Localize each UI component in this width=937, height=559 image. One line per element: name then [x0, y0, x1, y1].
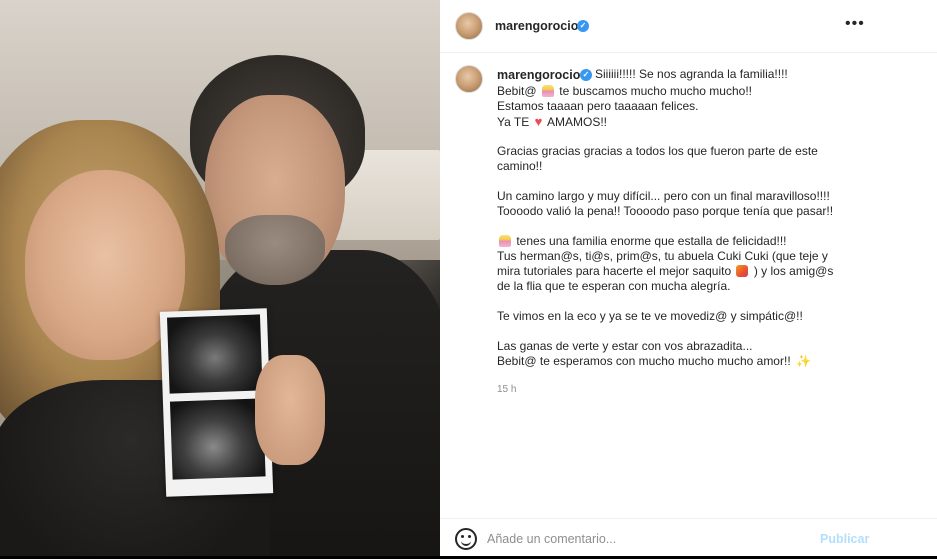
caption-line-8: Toooodo valió la pena!! Toooodo paso por… [497, 204, 834, 218]
caption-line-13: Te vimos en la eco y ya se te ve movediz… [497, 309, 803, 323]
caption-line-6: camino!! [497, 159, 543, 173]
caption-text: AMAMOS!! [546, 115, 607, 129]
baby-bottle-icon [541, 85, 554, 97]
comment-input[interactable] [487, 529, 807, 549]
caption-line-9: tenes una familia enorme que estalla de … [497, 234, 917, 249]
post-side-panel: marengorocio ✓ ••• marengorocio ✓ Siiiii… [440, 0, 937, 559]
caption-line-14: Las ganas de verte y estar con vos abraz… [497, 339, 753, 353]
sweater-icon [736, 265, 749, 277]
caption-gap [497, 324, 917, 339]
photo-hand [255, 355, 325, 465]
caption-line-4: Ya TE ♥ AMAMOS!! [497, 114, 917, 129]
caption-line-2: Bebit@ te buscamos mucho mucho mucho!! [497, 84, 917, 99]
smile-icon[interactable] [455, 528, 477, 550]
caption-line-15: Bebit@ te esperamos con mucho mucho much… [497, 354, 917, 369]
caption-body: Bebit@ te buscamos mucho mucho mucho!! E… [497, 84, 917, 369]
caption-line-1: Siiiiii!!!!! Se nos agranda la familia!!… [595, 67, 788, 81]
post-username[interactable]: marengorocio [495, 19, 578, 33]
post-photo [0, 0, 440, 559]
caption-text: ) y los amig@s [753, 264, 834, 278]
caption-line-10: Tus herman@s, ti@s, prim@s, tu abuela Cu… [497, 249, 828, 263]
caption-gap [497, 129, 917, 144]
caption-text: te buscamos mucho mucho mucho!! [559, 84, 752, 98]
sparkles-icon: ✨ [796, 354, 811, 368]
post-caption: marengorocio ✓ Siiiiii!!!!! Se nos agran… [440, 53, 937, 418]
caption-text: mira tutoriales para hacerte el mejor sa… [497, 264, 732, 278]
caption-line-3: Estamos taaaan pero taaaaan felices. [497, 99, 699, 113]
caption-line-12: de la flia que te esperan con mucha aleg… [497, 279, 731, 293]
photo-man-beard [225, 215, 325, 285]
caption-avatar[interactable] [455, 65, 483, 93]
caption-verified-badge-icon: ✓ [580, 69, 592, 81]
caption-line-11: mira tutoriales para hacerte el mejor sa… [497, 264, 917, 279]
comment-bar: Publicar [440, 518, 937, 559]
caption-text: tenes una familia enorme que estalla de … [516, 234, 787, 248]
post-timestamp[interactable]: 15 h [497, 384, 516, 395]
verified-badge-icon: ✓ [577, 20, 589, 32]
caption-line-5: Gracias gracias gracias a todos los que … [497, 144, 818, 158]
post-header: marengorocio ✓ ••• [440, 0, 937, 53]
ultrasound-scan-top [167, 314, 263, 394]
caption-username[interactable]: marengorocio [497, 68, 580, 82]
caption-text: Ya TE [497, 115, 530, 129]
ultrasound-scan-bottom [169, 398, 266, 480]
avatar[interactable] [455, 12, 483, 40]
caption-gap [497, 219, 917, 234]
publish-button[interactable]: Publicar [820, 532, 869, 546]
more-options-icon[interactable]: ••• [845, 15, 865, 33]
heart-icon: ♥ [534, 114, 543, 129]
caption-line-7: Un camino largo y muy difícil... pero co… [497, 189, 830, 203]
caption-text: Bebit@ [497, 84, 537, 98]
post-modal: marengorocio ✓ ••• marengorocio ✓ Siiiii… [0, 0, 937, 559]
caption-gap [497, 294, 917, 309]
baby-bottle-icon [499, 235, 511, 247]
caption-gap [497, 174, 917, 189]
caption-text: Bebit@ te esperamos con mucho mucho much… [497, 354, 791, 368]
